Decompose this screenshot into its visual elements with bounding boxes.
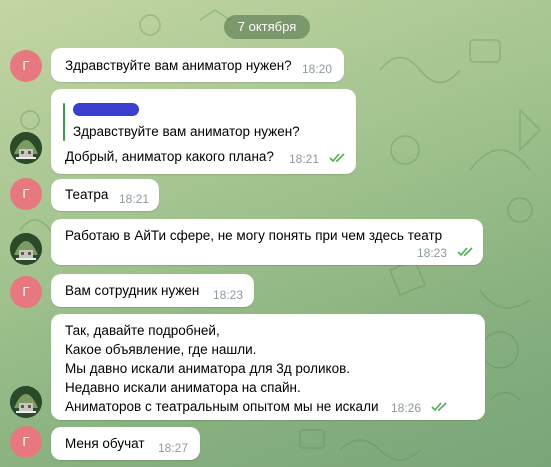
reply-quote-author-redacted[interactable] xyxy=(73,103,139,116)
message-bubble-outgoing-reply[interactable]: Здравствуйте вам аниматор нужен? Добрый,… xyxy=(51,89,356,174)
message-text: Меня обучат xyxy=(65,436,145,451)
read-checks-icon xyxy=(329,153,345,163)
message-time: 18:20 xyxy=(302,62,333,76)
message-time: 18:23 xyxy=(213,288,244,302)
message-text: Театра xyxy=(65,187,109,202)
read-checks-icon xyxy=(457,247,473,257)
avatar-image xyxy=(10,233,42,265)
message-bubble-incoming[interactable]: Театра 18:21 xyxy=(51,179,159,211)
message-time: 18:21 xyxy=(119,192,150,206)
message-bubble-outgoing[interactable]: Работаю в АйТи сфере, не могу понять при… xyxy=(51,219,483,265)
message-text: Добрый, аниматор какого плана? xyxy=(65,149,274,164)
message-bubble-incoming[interactable]: Меня обучат 18:27 xyxy=(51,427,200,460)
date-divider: 7 октября xyxy=(224,15,310,39)
read-checks-icon xyxy=(431,402,447,412)
message-bubble-outgoing[interactable]: Так, давайте подробней, Какое объявление… xyxy=(51,314,485,420)
sender-avatar[interactable]: Г xyxy=(10,50,42,82)
message-bubble-incoming[interactable]: Вам сотрудник нужен 18:23 xyxy=(51,274,254,307)
user-avatar[interactable] xyxy=(10,132,42,164)
reply-quote-bar xyxy=(63,103,65,141)
avatar-image xyxy=(10,386,42,418)
message-text: Вам сотрудник нужен xyxy=(65,283,200,298)
user-avatar[interactable] xyxy=(10,386,42,418)
reply-quote-text: Здравствуйте вам аниматор нужен? xyxy=(73,124,300,139)
sender-avatar[interactable]: Г xyxy=(10,178,42,210)
message-bubble-incoming[interactable]: Здравствуйте вам аниматор нужен? 18:20 xyxy=(51,48,344,82)
message-time: 18:21 xyxy=(289,152,320,166)
avatar-image xyxy=(10,132,42,164)
user-avatar[interactable] xyxy=(10,233,42,265)
message-text: Работаю в АйТи сфере, не могу понять при… xyxy=(65,228,443,243)
sender-avatar[interactable]: Г xyxy=(10,276,42,308)
message-text: Здравствуйте вам аниматор нужен? xyxy=(65,58,292,73)
message-time: 18:26 xyxy=(391,401,422,415)
sender-avatar[interactable]: Г xyxy=(10,426,42,458)
message-text: Так, давайте подробней, Какое объявление… xyxy=(65,323,379,414)
message-time: 18:27 xyxy=(158,441,189,455)
message-time: 18:23 xyxy=(417,246,448,260)
